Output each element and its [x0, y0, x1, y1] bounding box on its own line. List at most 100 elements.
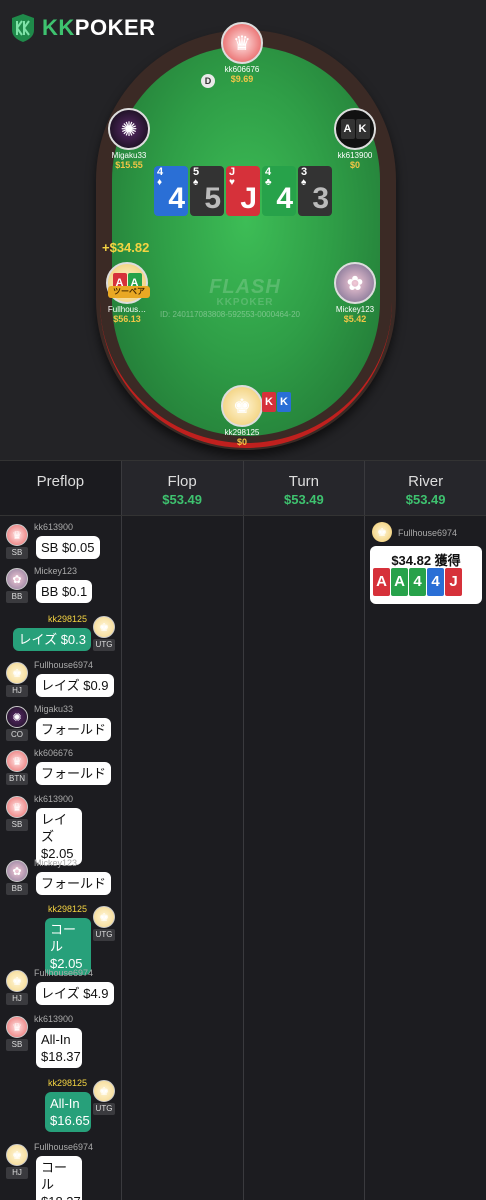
player-name: kk606676	[34, 748, 74, 758]
seat-mickey123[interactable]: ✿ Mickey123 $5.42	[320, 262, 390, 324]
action-bubble: レイズ $0.3	[13, 628, 91, 651]
player-name: kk613900	[34, 522, 74, 532]
hand-history-screen: KKPOKER FLASH KKPOKER ID: 240117083808-5…	[0, 0, 486, 1200]
avatar: ♛	[6, 796, 28, 818]
player-name: kk613900	[34, 794, 74, 804]
winning-card: 4	[409, 568, 426, 596]
winning-card: 4	[427, 568, 444, 596]
seat-kk613900[interactable]: A K kk613900 $0	[320, 108, 390, 170]
action-row: ♛ BTN kk606676 フォールド	[0, 746, 121, 786]
pot-amount: $53.49	[405, 492, 446, 507]
avatar: ♚	[372, 522, 392, 542]
board-card: 3 ♠ 3	[298, 166, 332, 216]
avatar: A K	[334, 108, 376, 150]
winner-amount: +$34.82	[102, 240, 150, 255]
avatar: ♛	[6, 1016, 28, 1038]
winning-card: A	[373, 568, 390, 596]
player-name: kk606676	[224, 65, 260, 74]
player-stack: $0	[236, 437, 247, 447]
player-name: Fullhouse6974	[34, 1142, 94, 1152]
flash-watermark: FLASH KKPOKER	[209, 276, 281, 308]
player-name: Fullhouse6974	[398, 528, 458, 538]
avatar: ♚	[93, 1080, 115, 1102]
avatar: ✿	[6, 860, 28, 882]
action-bubble: フォールド	[36, 762, 112, 785]
flop-column	[122, 516, 244, 1200]
tab-flop[interactable]: Flop $53.49	[121, 461, 244, 515]
action-row: ♚ HJ Fullhouse6974 レイズ $4.9	[0, 966, 121, 1006]
avatar: ✺	[108, 108, 150, 150]
action-row: ♛ SB kk613900 SB $0.05	[0, 520, 121, 560]
player-name: Fullhouse6974	[34, 660, 94, 670]
position-badge: UTG	[93, 929, 115, 941]
action-bubble: BB $0.1	[36, 580, 93, 603]
position-badge: UTG	[93, 1103, 115, 1115]
hand-id: ID: 240117083808-592553-0000464-20	[160, 310, 300, 319]
avatar: ♚	[6, 970, 28, 992]
seat-migaku33[interactable]: ✺ Migaku33 $15.55	[94, 108, 164, 170]
position-badge: BB	[6, 883, 28, 895]
player-name: kk298125	[47, 614, 87, 624]
winning-card: A	[391, 568, 408, 596]
tab-turn[interactable]: Turn $53.49	[243, 461, 366, 515]
player-name: kk298125	[224, 428, 260, 437]
action-bubble: レイズ $4.9	[36, 982, 114, 1005]
street-tabs: Preflop Flop $53.49 Turn $53.49 River $5…	[0, 460, 486, 516]
table-area: KKPOKER FLASH KKPOKER ID: 240117083808-5…	[0, 0, 486, 460]
tab-preflop[interactable]: Preflop	[0, 461, 122, 515]
shown-cards: A K	[340, 119, 370, 139]
action-row: ✿ BB Mickey123 フォールド	[0, 856, 121, 896]
player-stack: $5.42	[343, 314, 367, 324]
seat-kk606676[interactable]: ♛ kk606676 $9.69	[207, 22, 277, 84]
card: A	[340, 119, 355, 139]
card: K	[277, 392, 291, 412]
player-name: kk613900	[34, 1014, 74, 1024]
avatar: ♚	[6, 662, 28, 684]
board-card: J ♥ J	[226, 166, 260, 216]
position-badge: HJ	[6, 993, 28, 1005]
position-badge: SB	[6, 819, 28, 831]
app-logo: KKPOKER	[10, 14, 156, 42]
river-result: ♚ Fullhouse6974 $34.82 獲得 AA44J	[370, 520, 482, 604]
position-badge: SB	[6, 1039, 28, 1051]
position-badge: BB	[6, 591, 28, 603]
player-name: kk298125	[47, 904, 87, 914]
action-row: ♚ UTG kk298125 レイズ $0.3	[0, 612, 121, 652]
player-name: Migaku33	[34, 704, 74, 714]
action-bubble: フォールド	[36, 718, 112, 741]
avatar: ♛	[6, 750, 28, 772]
action-columns: ♛ SB kk613900 SB $0.05 ✿ BB Mickey123 BB $0.1 ♚ U…	[0, 516, 486, 1200]
player-name: Fullhouse6974	[34, 968, 94, 978]
action-row: ✿ BB Mickey123 BB $0.1	[0, 564, 121, 604]
player-stack: $56.13	[113, 314, 141, 324]
turn-column	[244, 516, 366, 1200]
player-name: Fullhous…	[107, 305, 147, 314]
action-row: ♛ SB kk613900 レイズ $2.05	[0, 792, 121, 865]
action-bubble: レイズ $0.9	[36, 674, 114, 697]
avatar: ✺	[6, 706, 28, 728]
win-card: $34.82 獲得 AA44J	[370, 546, 482, 604]
tab-river[interactable]: River $53.49	[365, 461, 486, 515]
player-name: Migaku33	[111, 151, 147, 160]
pot-amount: $53.49	[283, 492, 324, 507]
avatar: ♚	[6, 1144, 28, 1166]
position-badge: BTN	[6, 773, 28, 785]
avatar: ♛	[6, 524, 28, 546]
winning-card: J	[445, 568, 462, 596]
position-badge: HJ	[6, 1167, 28, 1179]
action-bubble: All-In $16.65	[45, 1092, 91, 1132]
hero-cards: K K	[262, 392, 291, 412]
hand-rank-badge: ツーペア	[108, 286, 150, 298]
player-name: Mickey123	[34, 566, 78, 576]
logo-text: KKPOKER	[42, 15, 156, 40]
player-stack: $9.69	[230, 74, 254, 84]
action-row: ♚ HJ Fullhouse6974 レイズ $0.9	[0, 658, 121, 698]
action-bubble: SB $0.05	[36, 536, 100, 559]
kk-logo-icon	[12, 14, 34, 42]
avatar: ✿	[334, 262, 376, 304]
table-felt	[112, 46, 380, 436]
position-badge: CO	[6, 729, 28, 741]
action-row: ♚ UTG kk298125 コール $2.05	[0, 902, 121, 975]
action-row: ♚HJ Fullhouse6974 コール $18.37	[0, 1140, 121, 1200]
river-column	[365, 516, 486, 1200]
